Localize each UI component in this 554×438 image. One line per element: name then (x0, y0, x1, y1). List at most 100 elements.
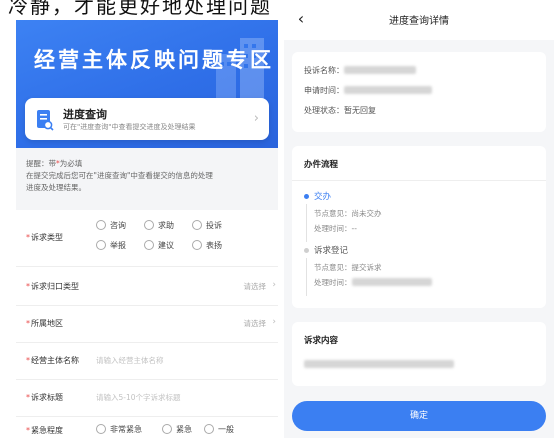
appeal-title-input[interactable]: 请输入5-10个字诉求标题 (96, 392, 181, 403)
divider (292, 180, 546, 181)
step-dot-done (304, 248, 309, 253)
radio-label: 一般 (218, 425, 234, 434)
radio-circle (192, 240, 202, 250)
radio-circle (96, 240, 106, 250)
notice-prefix: 提醒：带 (26, 159, 56, 168)
time-value: -- (351, 224, 357, 233)
status-label: 处理状态： (304, 106, 344, 115)
radio-label: 表扬 (206, 241, 222, 250)
required-mark: * (26, 356, 30, 365)
radio-label: 求助 (158, 221, 174, 230)
progress-query-desc: 可在"进度查询"中查看提交进度及处理结果 (63, 123, 196, 131)
region-label-text: 所属地区 (31, 319, 63, 328)
category-value: 请选择 (243, 282, 267, 291)
opinion-value: 提交诉求 (351, 263, 382, 272)
category-label-text: 诉求归口类型 (31, 282, 79, 291)
notice-line-1: 提醒：带*为必填 (26, 158, 82, 169)
entity-name-label: *经营主体名称 (26, 355, 79, 366)
required-mark: * (26, 282, 30, 291)
radio-normal[interactable]: 一般 (204, 424, 234, 435)
redacted-value (344, 66, 416, 74)
required-mark: * (26, 233, 30, 242)
radio-circle (192, 220, 202, 230)
complaint-name-label: 投诉名称： (304, 66, 344, 75)
step-dot-active (304, 194, 309, 199)
redacted-value (351, 278, 432, 286)
content-title: 诉求内容 (304, 336, 339, 346)
opinion-label: 节点意见： (314, 263, 352, 272)
required-mark: * (26, 319, 30, 328)
appeal-title-label: *诉求标题 (26, 392, 63, 403)
entity-name-label-text: 经营主体名称 (31, 356, 79, 365)
page-title: 进度查询详情 (389, 16, 449, 27)
radio-suggest[interactable]: 建议 (144, 240, 174, 251)
chevron-right-icon: › (272, 280, 276, 290)
appeal-title-row: *诉求标题 请输入5-10个字诉求标题 (16, 380, 278, 417)
radio-label: 建议 (158, 241, 174, 250)
radio-help[interactable]: 求助 (144, 220, 174, 231)
step-register-opinion: 节点意见：提交诉求 (314, 262, 382, 273)
opinion-label: 节点意见： (314, 209, 352, 218)
progress-detail-screen: ‹ 进度查询详情 投诉名称： 申请时间： 处理状态：暂无回复 办件流程 交办 节… (284, 0, 554, 438)
radio-circle (144, 220, 154, 230)
step-assign-title: 交办 (314, 192, 332, 202)
radio-circle (144, 240, 154, 250)
radio-circle (96, 220, 106, 230)
entity-name-row: *经营主体名称 请输入经营主体名称 (16, 343, 278, 380)
radio-very-urgent[interactable]: 非常紧急 (96, 424, 142, 435)
radio-label: 紧急 (176, 425, 192, 434)
radio-consult[interactable]: 咨询 (96, 220, 126, 231)
radio-urgent[interactable]: 紧急 (162, 424, 192, 435)
apply-time-label: 申请时间： (304, 86, 344, 95)
process-title: 办件流程 (304, 160, 339, 170)
status-value: 暂无回复 (344, 106, 376, 115)
progress-query-title: 进度查询 (63, 108, 107, 121)
radio-report[interactable]: 举报 (96, 240, 126, 251)
content-body (304, 360, 454, 369)
urgency-row: *紧急程度 非常紧急 紧急 一般 (16, 417, 278, 438)
region-select[interactable]: *所属地区 请选择 › (16, 306, 278, 343)
timeline-line (306, 258, 307, 296)
process-card: 办件流程 交办 节点意见：尚未交办 处理时间：-- 诉求登记 节点意见：提交诉求… (292, 146, 546, 308)
banner-title: 经营主体反映问题专区 (34, 48, 274, 72)
notice-line-3: 进度及处理结果。 (26, 183, 86, 192)
notice-line-2: 在提交完成后您可在"进度查询"中查看提交的信息的处理 (26, 171, 213, 180)
confirm-button[interactable]: 确定 (292, 401, 546, 431)
radio-circle (162, 424, 172, 434)
appeal-form: *诉求类型 咨询 求助 投诉 举报 建议 表扬 *诉求归口类型 请选择 › *所… (16, 210, 278, 438)
radio-complaint[interactable]: 投诉 (192, 220, 222, 231)
status: 处理状态：暂无回复 (304, 105, 376, 116)
urgency-label-text: 紧急程度 (31, 426, 63, 435)
appeal-content-card: 诉求内容 (292, 322, 546, 386)
progress-query-card[interactable]: 进度查询 可在"进度查询"中查看提交进度及处理结果 › (25, 98, 269, 140)
chevron-right-icon: › (272, 317, 276, 327)
radio-label: 举报 (110, 241, 126, 250)
redacted-value (344, 86, 432, 94)
top-caption: 冷静，才能更好地处理问题 (8, 0, 272, 18)
chevron-right-icon: › (253, 111, 259, 126)
category-label: *诉求归口类型 (26, 281, 79, 292)
radio-label: 咨询 (110, 221, 126, 230)
document-search-icon (37, 110, 54, 131)
appeal-type-label: *诉求类型 (26, 232, 63, 243)
step-assign-opinion: 节点意见：尚未交办 (314, 208, 382, 219)
notice: 提醒：带*为必填 在提交完成后您可在"进度查询"中查看提交的信息的处理 进度及处… (16, 150, 278, 202)
complaint-name: 投诉名称： (304, 65, 416, 76)
apply-time: 申请时间： (304, 85, 432, 96)
category-select[interactable]: *诉求归口类型 请选择 › (16, 267, 278, 306)
radio-praise[interactable]: 表扬 (192, 240, 222, 251)
radio-circle (96, 424, 106, 434)
notice-suffix: 为必填 (59, 159, 83, 168)
region-value: 请选择 (243, 319, 267, 328)
appeal-title-label-text: 诉求标题 (31, 393, 63, 402)
step-register-title: 诉求登记 (314, 246, 349, 256)
time-label: 处理时间： (314, 224, 352, 233)
radio-label: 非常紧急 (110, 425, 142, 434)
entity-name-input[interactable]: 请输入经营主体名称 (96, 355, 164, 366)
required-mark: * (26, 393, 30, 402)
nav-bar: ‹ 进度查询详情 (284, 0, 554, 40)
urgency-label: *紧急程度 (26, 425, 63, 436)
time-label: 处理时间： (314, 278, 352, 287)
required-mark: * (26, 426, 30, 435)
appeal-type-row: *诉求类型 咨询 求助 投诉 举报 建议 表扬 (16, 210, 278, 267)
